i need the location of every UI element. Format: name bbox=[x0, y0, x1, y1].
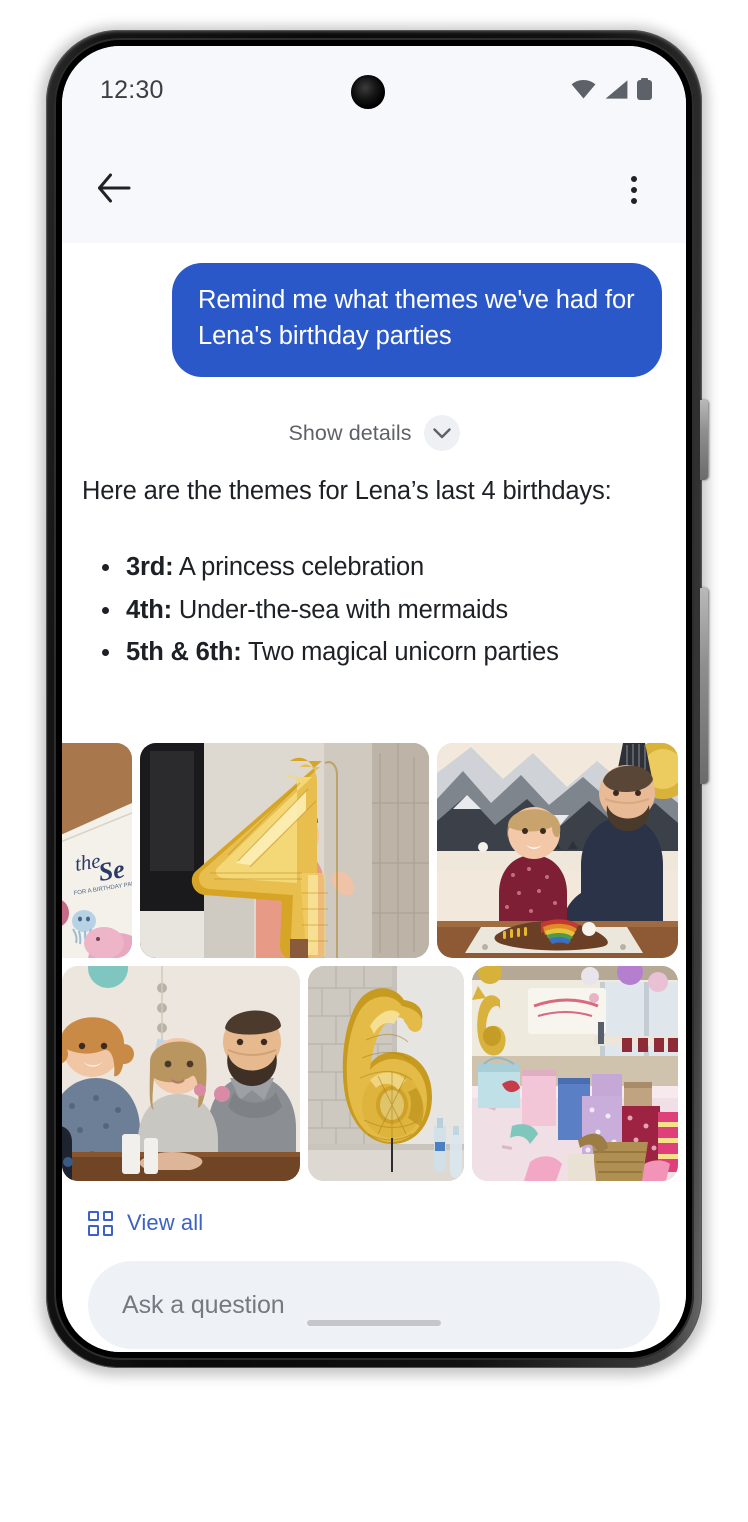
photo-grid-row bbox=[62, 966, 686, 1181]
view-all-label: View all bbox=[127, 1210, 204, 1235]
power-button[interactable] bbox=[700, 400, 708, 480]
back-button[interactable] bbox=[86, 162, 142, 218]
user-message-bubble: Remind me what themes we've had for Lena… bbox=[172, 263, 662, 377]
home-gesture-bar[interactable] bbox=[307, 1320, 441, 1326]
show-details-toggle[interactable]: Show details bbox=[62, 415, 686, 451]
view-all-button[interactable]: View all bbox=[88, 1210, 203, 1236]
chevron-down-icon bbox=[423, 415, 460, 451]
grid-view-icon bbox=[88, 1210, 113, 1236]
battery-icon bbox=[637, 78, 652, 100]
overflow-menu-button[interactable] bbox=[606, 162, 662, 218]
arrow-back-icon bbox=[97, 173, 131, 208]
phone-screen: 12:30 Remind me what themes we've had fo… bbox=[62, 46, 686, 1352]
list-item-detail: A princess celebration bbox=[178, 552, 424, 581]
photo-thumbnail[interactable]: the Se FOR A BIRTHDAY PARTY LENA IS FO bbox=[62, 743, 132, 958]
status-bar: 12:30 bbox=[62, 46, 686, 116]
photo-grid-row: the Se FOR A BIRTHDAY PARTY LENA IS FO bbox=[62, 743, 686, 958]
list-item-detail: Two magical unicorn parties bbox=[248, 638, 559, 667]
theme-list: 3rd: A princess celebration 4th: Under-t… bbox=[82, 546, 660, 674]
screenshot-stage: 12:30 Remind me what themes we've had fo… bbox=[0, 0, 748, 1522]
photo-thumbnail[interactable] bbox=[62, 966, 300, 1181]
user-message-row: Remind me what themes we've had for Lena… bbox=[172, 263, 662, 377]
wifi-icon bbox=[571, 79, 596, 99]
list-item: 4th: Under-the-sea with mermaids bbox=[102, 589, 660, 632]
assistant-answer: Here are the themes for Lena’s last 4 bi… bbox=[82, 473, 660, 674]
status-clock: 12:30 bbox=[100, 76, 164, 104]
more-vert-icon bbox=[631, 176, 637, 182]
photo-thumbnail[interactable] bbox=[140, 743, 429, 958]
front-camera-punch-hole bbox=[351, 75, 385, 109]
list-item-detail: Under-the-sea with mermaids bbox=[178, 595, 508, 624]
show-details-label: Show details bbox=[288, 420, 412, 445]
question-input-placeholder: Ask a question bbox=[122, 1290, 285, 1319]
list-item-term: 4th: bbox=[126, 595, 172, 624]
list-item: 3rd: A princess celebration bbox=[102, 546, 660, 589]
photo-thumbnail[interactable] bbox=[308, 966, 464, 1181]
photo-thumbnail[interactable] bbox=[437, 743, 678, 958]
list-item-term: 3rd: bbox=[126, 552, 174, 581]
list-item-term: 5th & 6th: bbox=[126, 638, 242, 667]
question-input[interactable]: Ask a question bbox=[88, 1261, 660, 1349]
app-toolbar bbox=[62, 146, 686, 236]
list-item: 5th & 6th: Two magical unicorn parties bbox=[102, 631, 660, 674]
conversation-area: Remind me what themes we've had for Lena… bbox=[62, 243, 686, 1352]
photo-thumbnail[interactable] bbox=[472, 966, 678, 1181]
photo-grid: the Se FOR A BIRTHDAY PARTY LENA IS FO bbox=[62, 743, 686, 1189]
answer-intro: Here are the themes for Lena’s last 4 bi… bbox=[82, 477, 612, 505]
cellular-signal-icon bbox=[605, 79, 628, 99]
volume-button[interactable] bbox=[700, 588, 708, 784]
svg-text:Se: Se bbox=[96, 854, 126, 887]
status-icons bbox=[571, 78, 652, 100]
